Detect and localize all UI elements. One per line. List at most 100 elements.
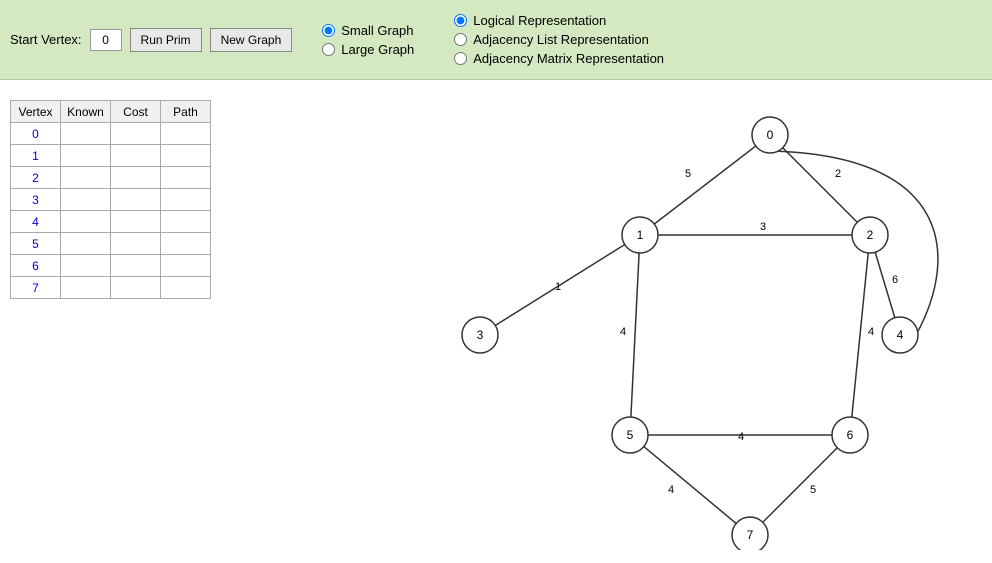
cell-cost [111, 233, 161, 255]
cell-vertex: 0 [11, 123, 61, 145]
node-label-1: 1 [637, 228, 644, 242]
edge-6-7 [750, 435, 850, 535]
col-vertex: Vertex [11, 101, 61, 123]
large-graph-label: Large Graph [341, 42, 414, 57]
cell-cost [111, 277, 161, 299]
edge-1-5 [630, 235, 640, 435]
run-prim-button[interactable]: Run Prim [130, 28, 202, 52]
edge-label-5-6: 4 [738, 431, 744, 443]
adj-matrix-option[interactable]: Adjacency Matrix Representation [454, 51, 664, 66]
cell-known [61, 145, 111, 167]
cell-cost [111, 211, 161, 233]
cell-known [61, 255, 111, 277]
cell-cost [111, 255, 161, 277]
start-vertex-label: Start Vertex: [10, 32, 82, 47]
cell-path [161, 233, 211, 255]
cell-vertex: 2 [11, 167, 61, 189]
cell-cost [111, 145, 161, 167]
prim-table: Vertex Known Cost Path 01234567 [10, 100, 211, 299]
small-graph-radio[interactable] [322, 24, 335, 37]
node-6: 6 [832, 417, 868, 453]
node-2: 2 [852, 217, 888, 253]
small-graph-option[interactable]: Small Graph [322, 23, 414, 38]
cell-path [161, 123, 211, 145]
node-label-7: 7 [747, 528, 754, 542]
adj-list-option[interactable]: Adjacency List Representation [454, 32, 664, 47]
col-path: Path [161, 101, 211, 123]
node-label-0: 0 [767, 128, 774, 142]
edge-0-2 [770, 135, 870, 235]
cell-cost [111, 189, 161, 211]
col-cost: Cost [111, 101, 161, 123]
node-label-2: 2 [867, 228, 874, 242]
node-3: 3 [462, 317, 498, 353]
adj-list-label: Adjacency List Representation [473, 32, 649, 47]
edge-label-1-3: 1 [555, 281, 561, 293]
cell-path [161, 189, 211, 211]
node-0: 0 [752, 117, 788, 153]
table-row: 7 [11, 277, 211, 299]
cell-path [161, 167, 211, 189]
adj-list-radio[interactable] [454, 33, 467, 46]
cell-vertex: 3 [11, 189, 61, 211]
node-1: 1 [622, 217, 658, 253]
new-graph-button[interactable]: New Graph [210, 28, 293, 52]
node-label-4: 4 [897, 328, 904, 342]
edge-label-0-1: 5 [685, 168, 691, 180]
cell-cost [111, 167, 161, 189]
cell-known [61, 123, 111, 145]
node-label-5: 5 [627, 428, 634, 442]
table-row: 0 [11, 123, 211, 145]
adj-matrix-label: Adjacency Matrix Representation [473, 51, 664, 66]
representation-group: Logical Representation Adjacency List Re… [454, 13, 664, 66]
col-known: Known [61, 101, 111, 123]
cell-path [161, 211, 211, 233]
cell-path [161, 145, 211, 167]
small-graph-label: Small Graph [341, 23, 413, 38]
adj-matrix-radio[interactable] [454, 52, 467, 65]
cell-known [61, 211, 111, 233]
cell-path [161, 255, 211, 277]
logical-rep-label: Logical Representation [473, 13, 606, 28]
cell-known [61, 277, 111, 299]
edge-label-1-2: 3 [760, 221, 766, 233]
table-row: 1 [11, 145, 211, 167]
logical-rep-option[interactable]: Logical Representation [454, 13, 664, 28]
main-content: Vertex Known Cost Path 01234567 52314644… [0, 80, 992, 563]
cell-known [61, 233, 111, 255]
edge-0-1 [640, 135, 770, 235]
table-row: 5 [11, 233, 211, 255]
table-row: 2 [11, 167, 211, 189]
cell-known [61, 167, 111, 189]
cell-cost [111, 123, 161, 145]
node-7: 7 [732, 517, 768, 550]
cell-vertex: 7 [11, 277, 61, 299]
edge-label-1-5: 4 [620, 326, 626, 338]
graph-svg: 523146444501234567 [240, 90, 982, 550]
graph-section: 523146444501234567 [240, 90, 982, 553]
edge-label-2-6: 4 [868, 326, 874, 338]
graph-options-group: Small Graph Large Graph [322, 23, 414, 57]
table-row: 6 [11, 255, 211, 277]
cell-vertex: 4 [11, 211, 61, 233]
edge-2-6 [850, 235, 870, 435]
cell-known [61, 189, 111, 211]
table-section: Vertex Known Cost Path 01234567 [10, 100, 240, 553]
table-row: 3 [11, 189, 211, 211]
large-graph-option[interactable]: Large Graph [322, 42, 414, 57]
logical-rep-radio[interactable] [454, 14, 467, 27]
edge-label-5-7: 4 [668, 484, 674, 496]
node-5: 5 [612, 417, 648, 453]
edge-label-0-2: 2 [835, 168, 841, 180]
cell-vertex: 1 [11, 145, 61, 167]
cell-vertex: 5 [11, 233, 61, 255]
cell-vertex: 6 [11, 255, 61, 277]
node-label-3: 3 [477, 328, 484, 342]
edge-5-7 [630, 435, 750, 535]
node-label-6: 6 [847, 428, 854, 442]
start-vertex-input[interactable] [90, 29, 122, 51]
toolbar: Start Vertex: Run Prim New Graph Small G… [0, 0, 992, 80]
large-graph-radio[interactable] [322, 43, 335, 56]
edge-label-2-4: 6 [892, 274, 898, 286]
table-row: 4 [11, 211, 211, 233]
